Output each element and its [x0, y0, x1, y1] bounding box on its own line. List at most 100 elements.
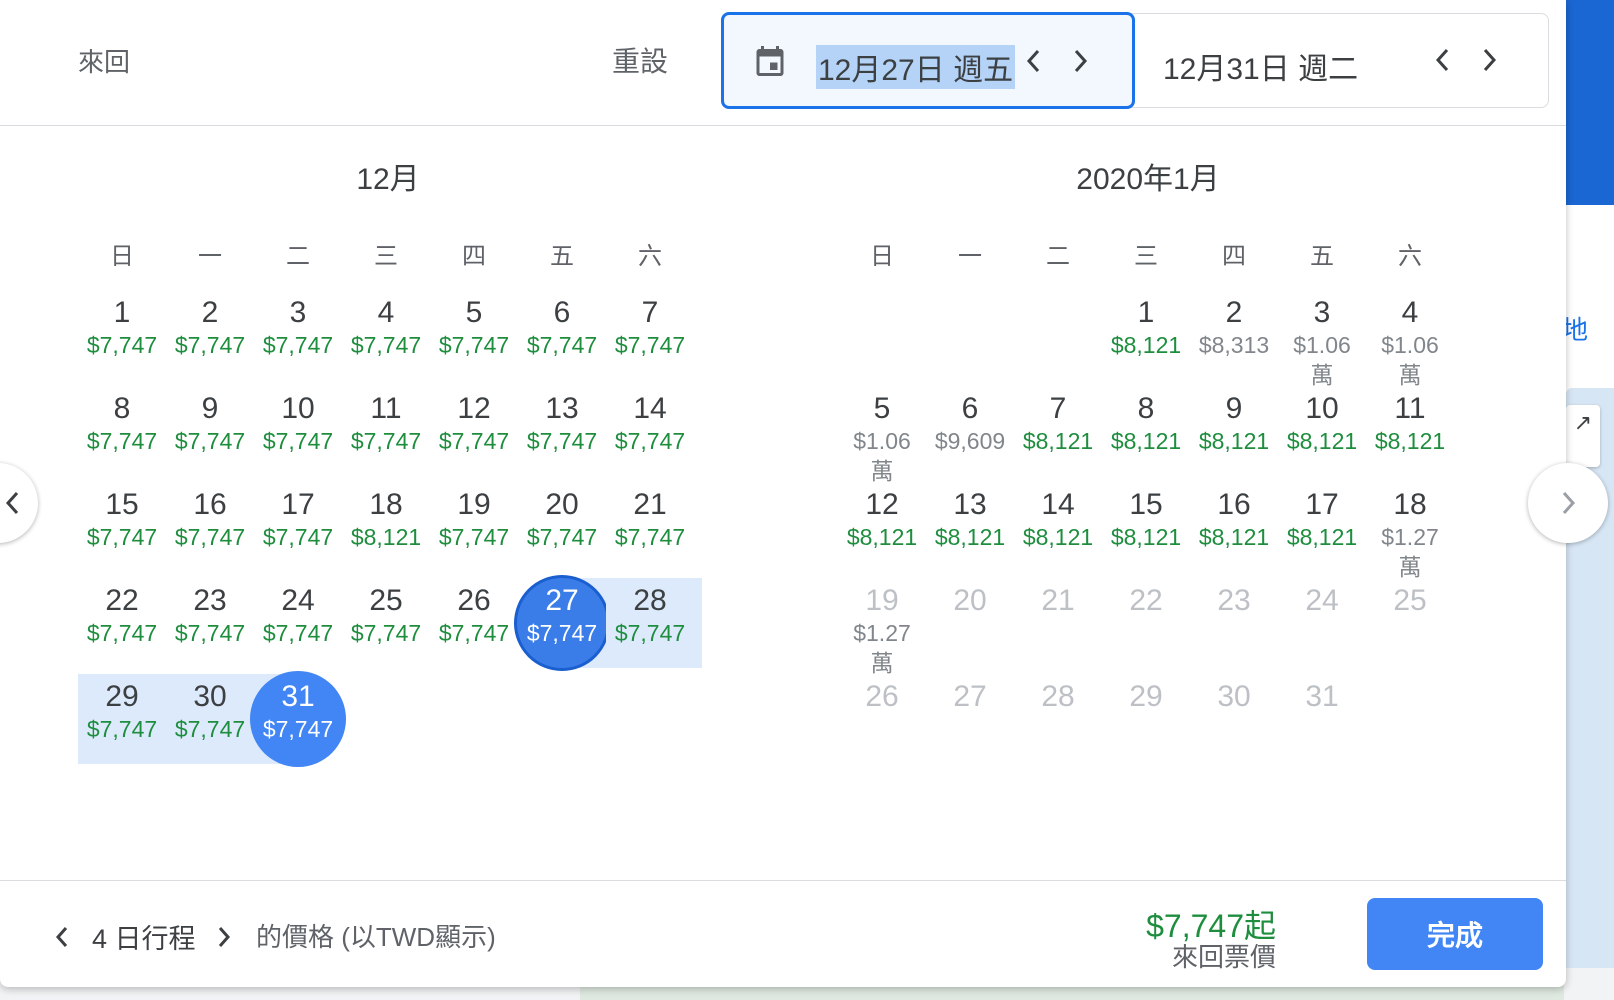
calendar-day[interactable]: 10 $8,121 — [1278, 386, 1366, 482]
calendar-day[interactable]: 15 $7,747 — [78, 482, 166, 578]
day-price: $7,747 — [614, 524, 686, 550]
previous-month-button[interactable] — [0, 463, 38, 543]
day-number: 10 — [281, 392, 315, 425]
day-number: 15 — [1129, 488, 1163, 521]
day-number: 26 — [457, 584, 491, 617]
day-number: 27 — [545, 584, 579, 617]
departure-date-field[interactable]: 12月27日 週五 — [721, 12, 1135, 109]
day-price: $8,121 — [1022, 428, 1094, 454]
day-price: $7,747 — [438, 332, 510, 358]
departure-next-day-button[interactable] — [1062, 41, 1098, 81]
calendar-day[interactable]: 5 $7,747 — [430, 290, 518, 386]
return-date-field[interactable]: 12月31日 週二 — [1135, 14, 1549, 109]
background-header-bar — [1560, 0, 1614, 205]
day-number: 2 — [1225, 296, 1243, 329]
calendar-day[interactable]: 6 $7,747 — [518, 290, 606, 386]
calendar-day[interactable]: 30 $7,747 — [166, 674, 254, 770]
reset-button[interactable]: 重設 — [612, 40, 668, 80]
calendar-day[interactable]: 22 $7,747 — [78, 578, 166, 674]
calendar-day[interactable]: 14 $7,747 — [606, 386, 694, 482]
calendar-day[interactable]: 23 $7,747 — [166, 578, 254, 674]
increase-duration-button[interactable] — [208, 917, 240, 957]
calendar-day[interactable]: 4 $1.06萬 — [1366, 290, 1454, 388]
calendar-day[interactable]: 29 $7,747 — [78, 674, 166, 770]
calendar-day[interactable]: 4 $7,747 — [342, 290, 430, 386]
decrease-duration-button[interactable] — [46, 917, 78, 957]
day-number: 19 — [865, 584, 899, 617]
calendar-day[interactable]: 18 $1.27萬 — [1366, 482, 1454, 580]
calendar-day[interactable]: 14 $8,121 — [1014, 482, 1102, 578]
calendar-day[interactable]: 26 $7,747 — [430, 578, 518, 674]
day-number: 23 — [1217, 584, 1251, 617]
day-number: 29 — [1129, 680, 1163, 713]
day-number: 9 — [1225, 392, 1243, 425]
calendar-day[interactable]: 8 $7,747 — [78, 386, 166, 482]
calendar-day[interactable]: 11 $8,121 — [1366, 386, 1454, 482]
calendar-day[interactable]: 11 $7,747 — [342, 386, 430, 482]
day-number: 31 — [1305, 680, 1339, 713]
day-number: 26 — [865, 680, 899, 713]
calendar-day[interactable]: 15 $8,121 — [1102, 482, 1190, 578]
calendar-day[interactable]: 20 $7,747 — [518, 482, 606, 578]
day-price: $7,747 — [350, 620, 422, 646]
day-price: $8,121 — [934, 524, 1006, 550]
departure-prev-day-button[interactable] — [1016, 41, 1052, 81]
day-number: 31 — [281, 680, 315, 713]
calendar-day[interactable]: 3 $7,747 — [254, 290, 342, 386]
calendar-day[interactable]: 9 $7,747 — [166, 386, 254, 482]
calendar-day[interactable]: 6 $9,609 — [926, 386, 1014, 482]
day-price: $9,609 — [934, 428, 1006, 454]
day-number: 15 — [105, 488, 139, 521]
calendar-day[interactable]: 19 $7,747 — [430, 482, 518, 578]
calendar-day[interactable]: 17 $7,747 — [254, 482, 342, 578]
calendar-day[interactable]: 16 $7,747 — [166, 482, 254, 578]
calendar-day[interactable]: 17 $8,121 — [1278, 482, 1366, 578]
calendar-day[interactable]: 13 $8,121 — [926, 482, 1014, 578]
calendar-day[interactable]: 28 $7,747 — [606, 578, 694, 674]
calendar-day[interactable]: 3 $1.06萬 — [1278, 290, 1366, 388]
calendar-day[interactable]: 21 $7,747 — [606, 482, 694, 578]
calendar-day[interactable]: 24 $7,747 — [254, 578, 342, 674]
weekday-label: 一 — [198, 243, 222, 270]
done-button[interactable]: 完成 — [1367, 898, 1543, 970]
calendar-day[interactable]: 1 $7,747 — [78, 290, 166, 386]
next-month-button[interactable] — [1528, 463, 1608, 543]
calendar-day[interactable]: 12 $7,747 — [430, 386, 518, 482]
calendar-day: 24 — [1278, 578, 1366, 674]
day-price: $7,747 — [86, 332, 158, 358]
return-next-day-button[interactable] — [1471, 40, 1507, 80]
calendar-day: 30 — [1190, 674, 1278, 770]
map-expand-icon[interactable]: ↗ — [1566, 405, 1600, 467]
calendar-day[interactable]: 2 $8,313 — [1190, 290, 1278, 386]
day-number: 13 — [953, 488, 987, 521]
departure-date-text[interactable]: 12月27日 週五 — [816, 45, 1016, 89]
calendar-day[interactable]: 5 $1.06萬 — [838, 386, 926, 484]
calendar-day[interactable]: 8 $8,121 — [1102, 386, 1190, 482]
day-number: 4 — [1401, 296, 1419, 329]
return-date-text[interactable]: 12月31日 週二 — [1163, 44, 1358, 88]
weekday-label: 五 — [550, 243, 574, 270]
day-price: $8,121 — [1286, 428, 1358, 454]
day-price: $8,121 — [1286, 524, 1358, 550]
calendar-day[interactable]: 7 $8,121 — [1014, 386, 1102, 482]
calendar-day[interactable]: 18 $8,121 — [342, 482, 430, 578]
calendar-day[interactable]: 2 $7,747 — [166, 290, 254, 386]
calendar-day[interactable]: 16 $8,121 — [1190, 482, 1278, 578]
day-price: $7,747 — [350, 428, 422, 454]
day-price: $7,747 — [86, 428, 158, 454]
day-price: $7,747 — [174, 716, 246, 742]
weekday-label: 四 — [462, 243, 486, 270]
day-number: 25 — [1393, 584, 1427, 617]
calendar-day[interactable]: 31 $7,747 — [254, 674, 342, 770]
weekday-header: 日一二三四五六 — [838, 236, 1458, 270]
calendar-day[interactable]: 10 $7,747 — [254, 386, 342, 482]
calendar-day[interactable]: 1 $8,121 — [1102, 290, 1190, 386]
calendar-day[interactable]: 12 $8,121 — [838, 482, 926, 578]
weekday-label: 二 — [286, 243, 310, 270]
calendar-day[interactable]: 27 $7,747 — [518, 578, 606, 674]
calendar-day[interactable]: 13 $7,747 — [518, 386, 606, 482]
return-prev-day-button[interactable] — [1425, 40, 1461, 80]
calendar-day[interactable]: 9 $8,121 — [1190, 386, 1278, 482]
calendar-day[interactable]: 25 $7,747 — [342, 578, 430, 674]
calendar-day[interactable]: 7 $7,747 — [606, 290, 694, 386]
